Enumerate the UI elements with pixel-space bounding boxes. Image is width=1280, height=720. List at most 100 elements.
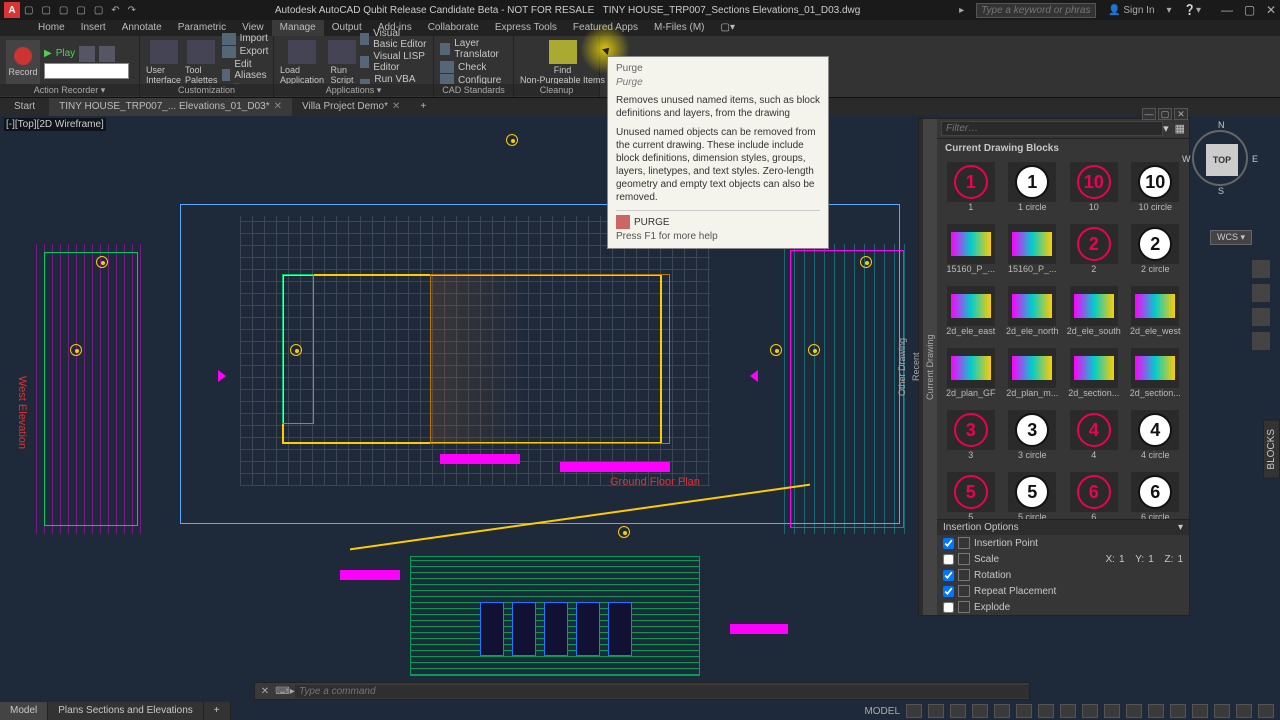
- palette-max-icon[interactable]: ▢: [1158, 108, 1172, 120]
- qat-redo-icon[interactable]: ↷: [128, 5, 136, 16]
- qat-plot-icon[interactable]: ▢: [94, 5, 103, 16]
- block-item[interactable]: 22 circle: [1126, 224, 1186, 284]
- help-icon[interactable]: ❔▾: [1184, 5, 1201, 16]
- block-item[interactable]: 2d_ele_north: [1003, 286, 1063, 346]
- search-input[interactable]: [976, 3, 1096, 18]
- status-polar-icon[interactable]: [972, 704, 988, 718]
- record-button[interactable]: Record: [6, 40, 40, 84]
- view-mode-icon[interactable]: ▦: [1175, 122, 1185, 135]
- find-nonpurge-button[interactable]: Find Non-Purgeable Items: [520, 40, 605, 85]
- play-button[interactable]: ▶ Play: [44, 46, 129, 62]
- block-item[interactable]: 66 circle: [1126, 472, 1186, 519]
- tab-mfiles[interactable]: M-Files (M): [646, 20, 713, 36]
- block-item[interactable]: 15160_P_...: [1003, 224, 1063, 284]
- block-item[interactable]: 11 circle: [1003, 162, 1063, 222]
- opt-scale-check[interactable]: [943, 554, 954, 565]
- block-item[interactable]: 44 circle: [1126, 410, 1186, 470]
- qat-open-icon[interactable]: ▢: [41, 5, 50, 16]
- user-interface-button[interactable]: User Interface: [146, 40, 181, 85]
- block-item[interactable]: 2d_section...: [1126, 348, 1186, 408]
- action-dropdown[interactable]: [44, 63, 129, 79]
- status-osnap-icon[interactable]: [994, 704, 1010, 718]
- palette-min-icon[interactable]: —: [1142, 108, 1156, 120]
- block-item[interactable]: 66: [1064, 472, 1124, 519]
- cmd-close-icon[interactable]: ✕: [255, 686, 275, 697]
- play-opt1-icon[interactable]: [79, 46, 95, 62]
- status-hardware-icon[interactable]: [1214, 704, 1230, 718]
- status-lwt-icon[interactable]: [1038, 704, 1054, 718]
- panel-title-apps[interactable]: Applications ▾: [274, 84, 433, 96]
- minimize-icon[interactable]: —: [1221, 3, 1233, 17]
- block-item[interactable]: 15160_P_...: [941, 224, 1001, 284]
- maximize-icon[interactable]: ▢: [1244, 3, 1255, 17]
- doc-tab-1[interactable]: TINY HOUSE_TRP007_... Elevations_01_D03*…: [49, 98, 292, 116]
- opt-insertion-point-check[interactable]: [943, 538, 954, 549]
- side-tab-other[interactable]: Other Drawing: [895, 119, 909, 615]
- viewcube-top-face[interactable]: TOP: [1206, 144, 1238, 176]
- opt-explode-check[interactable]: [943, 602, 954, 613]
- app-logo[interactable]: A: [4, 2, 20, 18]
- play-opt2-icon[interactable]: [99, 46, 115, 62]
- block-item[interactable]: 55 circle: [1003, 472, 1063, 519]
- qat-saveas-icon[interactable]: ▢: [76, 5, 85, 16]
- qat-save-icon[interactable]: ▢: [59, 5, 68, 16]
- tab-express[interactable]: Express Tools: [487, 20, 565, 36]
- status-monitor-icon[interactable]: [1148, 704, 1164, 718]
- run-script-button[interactable]: Run Script: [328, 40, 356, 85]
- block-item[interactable]: 55: [941, 472, 1001, 519]
- wcs-dropdown[interactable]: WCS ▾: [1210, 230, 1252, 245]
- opt-repeat-check[interactable]: [943, 586, 954, 597]
- new-tab-button[interactable]: +: [410, 98, 436, 116]
- layout-tab-1[interactable]: Plans Sections and Elevations: [48, 702, 204, 720]
- tab-manage[interactable]: Manage: [272, 20, 324, 36]
- qat-new-icon[interactable]: ▢: [24, 5, 33, 16]
- command-line[interactable]: ✕ ⌨▸: [254, 682, 1030, 700]
- block-item[interactable]: 44: [1064, 410, 1124, 470]
- status-otrack-icon[interactable]: [1016, 704, 1032, 718]
- vbe-button[interactable]: Visual Basic Editor: [360, 28, 427, 50]
- add-layout-button[interactable]: +: [204, 702, 231, 720]
- info-icon[interactable]: ▸: [959, 5, 964, 16]
- app-store-icon[interactable]: ▾: [1167, 5, 1172, 16]
- import-button[interactable]: Import: [222, 33, 272, 45]
- compass-e[interactable]: E: [1252, 154, 1258, 164]
- compass-w[interactable]: W: [1182, 154, 1191, 164]
- nav-wheel-icon[interactable]: [1252, 260, 1270, 278]
- command-input[interactable]: [295, 685, 1029, 698]
- vle-button[interactable]: Visual LISP Editor: [360, 51, 427, 73]
- status-annoscale-icon[interactable]: [1104, 704, 1120, 718]
- compass-s[interactable]: S: [1218, 186, 1224, 196]
- tab-collaborate[interactable]: Collaborate: [420, 20, 487, 36]
- close-icon[interactable]: ✕: [392, 98, 400, 116]
- block-item[interactable]: 2d_ele_east: [941, 286, 1001, 346]
- status-ortho-icon[interactable]: [950, 704, 966, 718]
- status-clean-icon[interactable]: [1236, 704, 1252, 718]
- block-item[interactable]: 2d_plan_GF: [941, 348, 1001, 408]
- nav-orbit-icon[interactable]: [1252, 332, 1270, 350]
- start-tab[interactable]: Start: [0, 98, 49, 116]
- close-icon[interactable]: ✕: [274, 98, 282, 116]
- blocks-panel-tab[interactable]: BLOCKS: [1263, 420, 1280, 479]
- block-item[interactable]: 1010 circle: [1126, 162, 1186, 222]
- block-item[interactable]: 2d_section...: [1064, 348, 1124, 408]
- status-isolate-icon[interactable]: [1192, 704, 1208, 718]
- palette-close-icon[interactable]: ✕: [1174, 108, 1188, 120]
- block-item[interactable]: 11: [941, 162, 1001, 222]
- nav-pan-icon[interactable]: [1252, 284, 1270, 302]
- filter-dropdown-icon[interactable]: ▾: [1163, 122, 1169, 135]
- tab-home[interactable]: Home: [30, 20, 73, 36]
- nav-zoom-icon[interactable]: [1252, 308, 1270, 326]
- status-snap-icon[interactable]: [928, 704, 944, 718]
- block-item[interactable]: 1010: [1064, 162, 1124, 222]
- tool-palettes-button[interactable]: Tool Palettes: [185, 40, 218, 85]
- block-item[interactable]: 33 circle: [1003, 410, 1063, 470]
- status-workspace-icon[interactable]: [1126, 704, 1142, 718]
- export-button[interactable]: Export: [222, 46, 272, 58]
- tab-extra-icon[interactable]: ▢▾: [713, 20, 743, 36]
- status-units-icon[interactable]: [1170, 704, 1186, 718]
- compass-n[interactable]: N: [1218, 120, 1225, 130]
- block-item[interactable]: 2d_ele_south: [1064, 286, 1124, 346]
- options-heading[interactable]: Insertion Options ▾: [937, 520, 1189, 535]
- viewcube[interactable]: TOP N S E W: [1190, 130, 1250, 210]
- status-transparency-icon[interactable]: [1060, 704, 1076, 718]
